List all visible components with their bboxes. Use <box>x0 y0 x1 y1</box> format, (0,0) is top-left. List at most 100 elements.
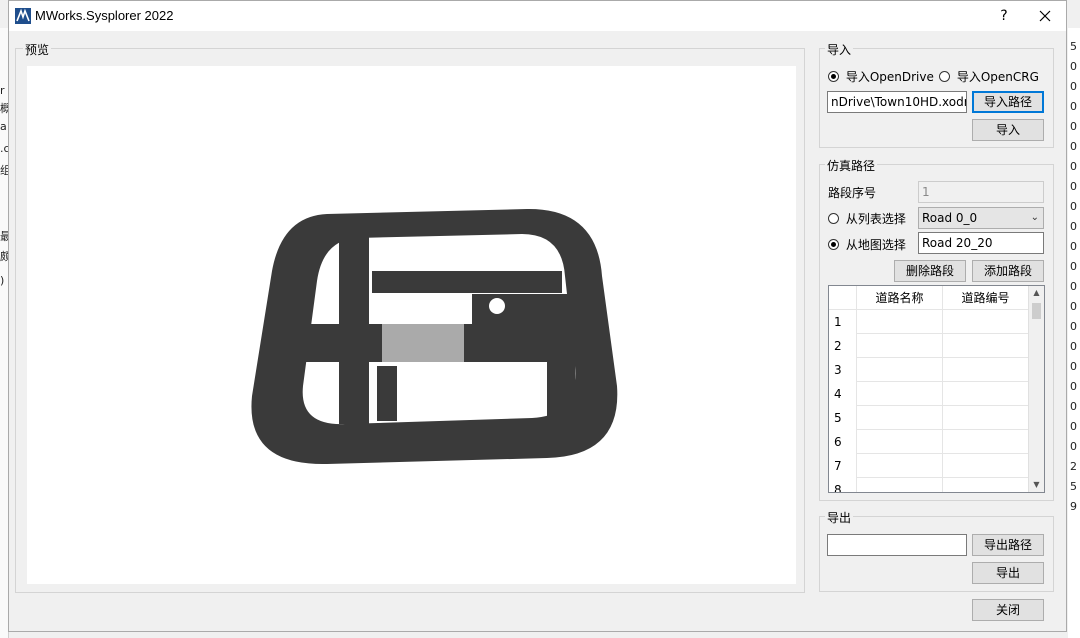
table-row-header[interactable]: 1 <box>829 310 857 334</box>
bg-text: 0 <box>1070 100 1077 113</box>
segment-no-input: 1 <box>918 181 1044 203</box>
scroll-thumb[interactable] <box>1032 303 1041 319</box>
table-row-header[interactable]: 5 <box>829 406 857 430</box>
bg-text: 2 <box>1070 460 1077 473</box>
bg-text: ) <box>0 274 5 287</box>
close-window-button[interactable] <box>1034 6 1056 26</box>
import-button[interactable]: 导入 <box>972 119 1044 141</box>
bg-text: 5 <box>1070 480 1077 493</box>
table-cell[interactable] <box>943 310 1029 334</box>
mworks-logo-icon <box>15 8 31 24</box>
radio-from-list[interactable]: 从列表选择 <box>828 210 906 227</box>
import-label: 导入 <box>825 41 854 58</box>
table-cell[interactable] <box>857 478 943 492</box>
radio-opencrg[interactable]: 导入OpenCRG <box>939 68 1039 85</box>
export-path-input[interactable] <box>827 534 967 556</box>
table-cell[interactable] <box>857 358 943 382</box>
bg-text: a <box>0 120 7 133</box>
bg-text: 0 <box>1070 220 1077 233</box>
bg-text: 0 <box>1070 300 1077 313</box>
table-row-header[interactable]: 4 <box>829 382 857 406</box>
add-segment-button[interactable]: 添加路段 <box>972 260 1044 282</box>
window-title: MWorks.Sysplorer 2022 <box>35 8 174 23</box>
bg-text: 0 <box>1070 200 1077 213</box>
radio-from-map-label: 从地图选择 <box>845 238 906 252</box>
scroll-down-icon[interactable]: ▼ <box>1029 478 1044 492</box>
road-map-input[interactable]: Road 20_20 <box>918 232 1044 254</box>
radio-opendrive[interactable]: 导入OpenDrive <box>828 68 934 85</box>
table-cell[interactable] <box>943 454 1029 478</box>
table-corner <box>829 286 857 310</box>
radio-from-list-label: 从列表选择 <box>845 212 906 226</box>
bg-text: r <box>0 84 5 97</box>
bg-text: 0 <box>1070 420 1077 433</box>
bg-text: 0 <box>1070 160 1077 173</box>
table-cell[interactable] <box>857 382 943 406</box>
bg-text: 0 <box>1070 180 1077 193</box>
bg-text: 0 <box>1070 140 1077 153</box>
radio-opendrive-label: 导入OpenDrive <box>845 70 934 84</box>
bg-text: 0 <box>1070 360 1077 373</box>
bg-text: 0 <box>1070 60 1077 73</box>
scroll-up-icon[interactable]: ▲ <box>1029 286 1044 300</box>
column-header-road-name[interactable]: 道路名称 <box>857 286 943 310</box>
table-cell[interactable] <box>943 334 1029 358</box>
bg-text: 0 <box>1070 280 1077 293</box>
radio-unselected-icon <box>828 213 839 224</box>
delete-segment-button[interactable]: 删除路段 <box>894 260 966 282</box>
road-list-select-value: Road 0_0 <box>922 211 978 225</box>
table-row-header[interactable]: 2 <box>829 334 857 358</box>
radio-selected-icon <box>828 71 839 82</box>
close-button[interactable]: 关闭 <box>972 599 1044 621</box>
bg-text: 0 <box>1070 120 1077 133</box>
export-label: 导出 <box>825 509 854 526</box>
help-button[interactable]: ? <box>994 6 1014 26</box>
table-cell[interactable] <box>943 358 1029 382</box>
title-bar: MWorks.Sysplorer 2022 ? <box>9 1 1066 31</box>
table-row-header[interactable]: 7 <box>829 454 857 478</box>
bg-text: 0 <box>1070 260 1077 273</box>
table-scrollbar[interactable]: ▲ ▼ <box>1028 286 1044 492</box>
dialog-window: MWorks.Sysplorer 2022 ? 预览 导入 导入OpenDriv… <box>8 0 1067 632</box>
radio-from-map[interactable]: 从地图选择 <box>828 236 906 253</box>
column-header-road-id[interactable]: 道路编号 <box>943 286 1029 310</box>
table-cell[interactable] <box>857 430 943 454</box>
export-button[interactable]: 导出 <box>972 562 1044 584</box>
bg-text: 0 <box>1070 400 1077 413</box>
table-row-header[interactable]: 8 <box>829 478 857 492</box>
map-preview-canvas[interactable] <box>27 66 796 584</box>
bg-text: 5 <box>1070 40 1077 53</box>
export-path-button[interactable]: 导出路径 <box>972 534 1044 556</box>
table-cell[interactable] <box>857 334 943 358</box>
table-cell[interactable] <box>943 430 1029 454</box>
close-icon <box>1039 10 1051 22</box>
table-cell[interactable] <box>943 406 1029 430</box>
sim-path-label: 仿真路径 <box>825 157 878 174</box>
table-cell[interactable] <box>943 382 1029 406</box>
chevron-down-icon: ⌄ <box>1030 212 1039 223</box>
import-path-input[interactable]: nDrive\Town10HD.xodr <box>827 91 967 113</box>
table-cell[interactable] <box>857 406 943 430</box>
bg-text: 0 <box>1070 340 1077 353</box>
background-right-panel: 5 0 0 0 0 0 0 0 0 0 0 0 0 0 0 0 0 0 0 0 0 2 5 9 <box>1068 28 1080 638</box>
table-row-header[interactable]: 6 <box>829 430 857 454</box>
segment-no-label: 路段序号 <box>828 186 877 200</box>
preview-label: 预览 <box>23 41 52 58</box>
bg-text: 0 <box>1070 320 1077 333</box>
table-cell[interactable] <box>857 310 943 334</box>
import-path-button[interactable]: 导入路径 <box>972 91 1044 113</box>
road-map-render <box>251 208 618 465</box>
table-cell[interactable] <box>857 454 943 478</box>
bg-text: 0 <box>1070 80 1077 93</box>
segment-table[interactable]: 道路名称 道路编号 12345678 ▲ ▼ <box>828 285 1045 493</box>
table-row-header[interactable]: 3 <box>829 358 857 382</box>
bg-text: 9 <box>1070 500 1077 513</box>
bg-text: 0 <box>1070 440 1077 453</box>
radio-unselected-icon <box>939 71 950 82</box>
bg-text: 0 <box>1070 240 1077 253</box>
radio-selected-icon <box>828 239 839 250</box>
road-list-select[interactable]: Road 0_0 ⌄ <box>918 207 1044 229</box>
radio-opencrg-label: 导入OpenCRG <box>956 70 1039 84</box>
table-cell[interactable] <box>943 478 1029 492</box>
bg-text: 0 <box>1070 380 1077 393</box>
